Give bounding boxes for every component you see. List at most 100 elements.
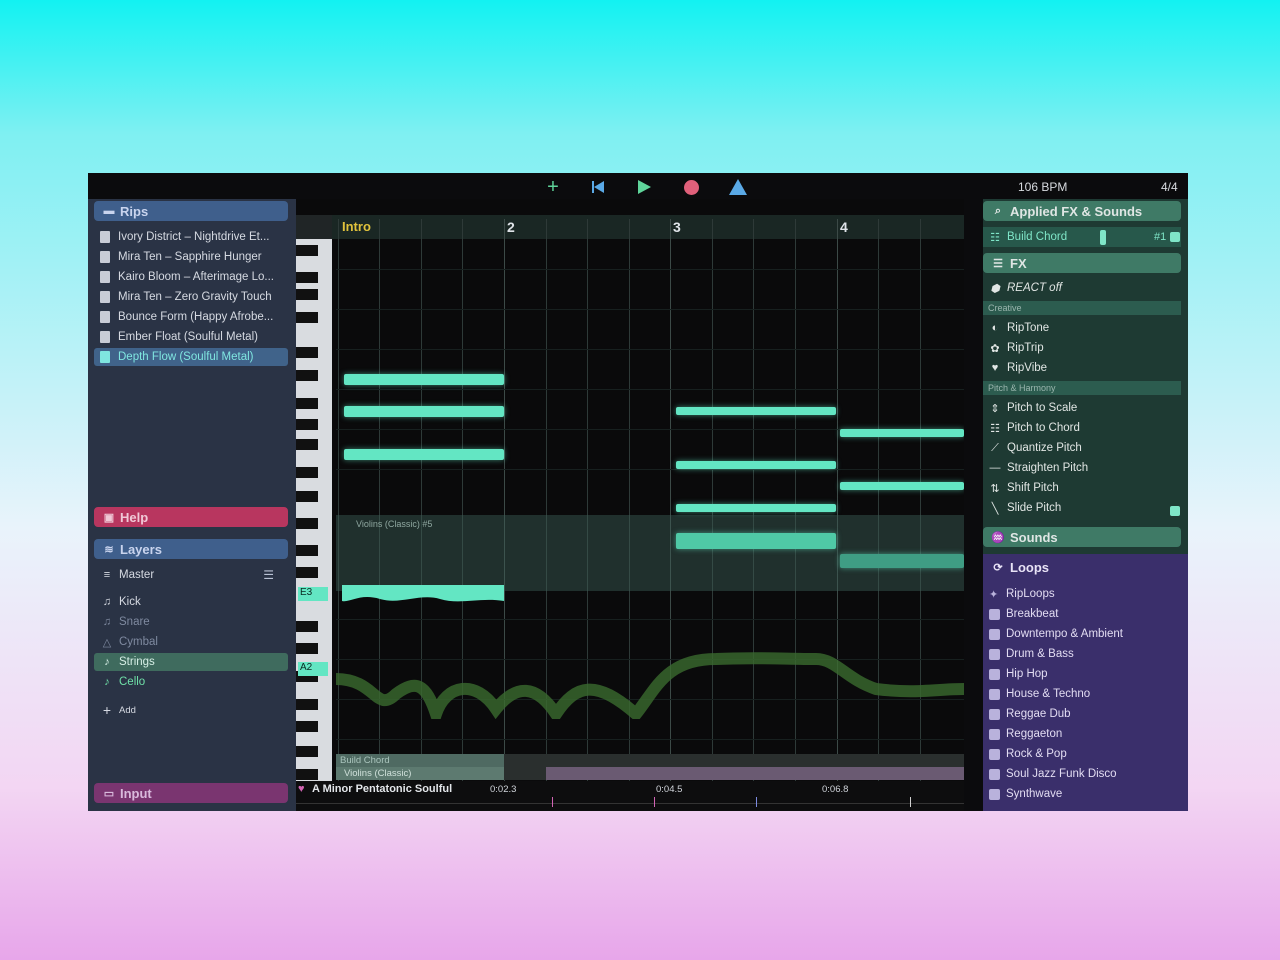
rips-header[interactable]: ▬ Rips xyxy=(94,201,288,221)
fx-quantize-pitch[interactable]: ⟋ Quantize Pitch xyxy=(989,439,1082,457)
metronome-button[interactable] xyxy=(728,176,748,198)
layer-cello[interactable]: ♪ Cello xyxy=(100,673,288,691)
midi-note[interactable] xyxy=(344,406,504,417)
fx-shift-pitch[interactable]: ⇅ Shift Pitch xyxy=(989,479,1058,497)
track-violins[interactable]: Violins (Classic) xyxy=(344,768,411,779)
midi-note[interactable] xyxy=(344,449,504,460)
bar-label: 2 xyxy=(507,219,515,235)
search-icon: ⌕ xyxy=(994,204,1002,217)
cymbal-icon: △ xyxy=(102,636,112,649)
line-icon: — xyxy=(989,462,1001,474)
rip-item[interactable]: Bounce Form (Happy Afrobe... xyxy=(100,308,290,326)
record-icon xyxy=(683,179,699,195)
rip-item[interactable]: Kairo Bloom – Afterimage Lo... xyxy=(100,268,290,286)
music-icon xyxy=(989,688,1000,700)
triangle-icon xyxy=(729,179,747,195)
react-toggle[interactable]: ⬢ REACT off xyxy=(989,279,1062,297)
chevron-down-icon[interactable] xyxy=(1170,506,1180,516)
skip-back-icon xyxy=(592,181,604,193)
layers-header[interactable]: ≋ Layers xyxy=(94,539,288,559)
piano-roll[interactable]: Intro 2 3 4 E3 A2 Violins (Classic) #5 B… xyxy=(296,199,964,811)
fx-pitch-to-scale[interactable]: ⇕ Pitch to Scale xyxy=(989,399,1077,417)
bar-label: 4 xyxy=(840,219,848,235)
layer-cymbal[interactable]: △ Cymbal xyxy=(100,633,288,651)
record-button[interactable] xyxy=(681,176,701,198)
midi-note[interactable] xyxy=(840,429,964,437)
heart-icon[interactable]: ♥ xyxy=(298,783,305,795)
midi-note[interactable] xyxy=(676,407,836,415)
fx-straighten-pitch[interactable]: — Straighten Pitch xyxy=(989,459,1089,477)
plus-icon: + xyxy=(102,702,112,718)
piano-keys[interactable] xyxy=(296,239,332,787)
fx-riptone[interactable]: ◐ RipTone xyxy=(989,319,1050,337)
rip-item-selected[interactable]: Depth Flow (Soulful Metal) xyxy=(94,348,288,366)
file-icon xyxy=(100,331,110,343)
file-icon xyxy=(100,231,110,243)
help-icon: ▣ xyxy=(103,511,115,524)
applied-fx-header[interactable]: ⌕ Applied FX & Sounds xyxy=(983,201,1181,221)
play-icon xyxy=(638,180,651,194)
fx-header[interactable]: ☰ FX xyxy=(983,253,1181,273)
music-icon xyxy=(989,708,1000,720)
track-build-chord[interactable]: Build Chord xyxy=(340,755,390,766)
loop-riploops[interactable]: ✦ RipLoops xyxy=(989,585,1055,603)
rewind-button[interactable] xyxy=(588,176,608,198)
time-signature[interactable]: 4/4 xyxy=(1161,180,1178,194)
midi-note[interactable] xyxy=(676,504,836,512)
play-button[interactable] xyxy=(634,176,654,198)
help-header[interactable]: ▣ Help xyxy=(94,507,288,527)
loop-item[interactable]: Rock & Pop xyxy=(989,745,1067,763)
loop-item[interactable]: Reggaeton xyxy=(989,725,1062,743)
fx-amount-slider[interactable] xyxy=(1100,230,1106,245)
rip-item[interactable]: Mira Ten – Zero Gravity Touch xyxy=(100,288,290,306)
loop-icon: ⟳ xyxy=(993,561,1003,574)
category-pitch: Pitch & Harmony xyxy=(983,381,1181,395)
loop-item[interactable]: Synthwave xyxy=(989,785,1062,803)
loop-item[interactable]: Reggae Dub xyxy=(989,705,1071,723)
list-icon[interactable]: ☰ xyxy=(263,568,274,582)
chord-icon: ☷ xyxy=(990,422,1000,435)
file-icon xyxy=(100,291,110,303)
loop-item[interactable]: Downtempo & Ambient xyxy=(989,625,1123,643)
fx-ripvibe[interactable]: ♥ RipVibe xyxy=(989,359,1047,377)
tempo-display[interactable]: 106 BPM xyxy=(1018,180,1067,194)
sounds-header[interactable]: ♒ Sounds xyxy=(983,527,1181,547)
layer-master[interactable]: ≡ Master ☰ xyxy=(100,566,288,584)
applied-build-chord[interactable]: ☷ Build Chord xyxy=(989,228,1067,246)
chevron-down-icon[interactable] xyxy=(1170,232,1180,242)
input-header[interactable]: ▭ Input xyxy=(94,783,288,803)
fx-pitch-to-chord[interactable]: ☷ Pitch to Chord xyxy=(989,419,1080,437)
midi-note[interactable] xyxy=(840,554,964,568)
layer-strings[interactable]: ♪ Strings xyxy=(94,653,288,671)
heart-icon: ♥ xyxy=(991,362,999,374)
rip-item[interactable]: Ember Float (Soulful Metal) xyxy=(100,328,290,346)
rip-item[interactable]: Mira Ten – Sapphire Hunger xyxy=(100,248,290,266)
loop-item[interactable]: Hip Hop xyxy=(989,665,1048,683)
layer-kick[interactable]: ♫ Kick xyxy=(100,593,288,611)
fx-slide-pitch[interactable]: ╲ Slide Pitch xyxy=(989,499,1062,517)
loop-item[interactable]: House & Techno xyxy=(989,685,1090,703)
loop-item[interactable]: Soul Jazz Funk Disco xyxy=(989,765,1117,783)
scale-label[interactable]: A Minor Pentatonic Soulful xyxy=(312,783,452,795)
layer-snare[interactable]: ♫ Snare xyxy=(100,613,288,631)
app-window: + 106 BPM 4/4 ▬ Rips Ivory District – Ni… xyxy=(88,173,1188,811)
loop-item[interactable]: Drum & Bass xyxy=(989,645,1074,663)
bar-ruler xyxy=(332,215,964,239)
folder-icon: ▬ xyxy=(103,205,115,217)
loop-item[interactable]: Breakbeat xyxy=(989,605,1058,623)
stairs-icon: ⟋ xyxy=(991,441,999,454)
rip-item[interactable]: Ivory District – Nightdrive Et... xyxy=(100,228,290,246)
add-layer-button[interactable]: + Add xyxy=(100,701,288,719)
time-label: 0:04.5 xyxy=(656,784,683,795)
slide-icon: ╲ xyxy=(991,502,999,515)
midi-note[interactable] xyxy=(840,482,964,490)
fx-riptrip[interactable]: ✿ RipTrip xyxy=(989,339,1043,357)
time-label: 0:02.3 xyxy=(490,784,517,795)
midi-note[interactable] xyxy=(676,533,836,549)
loops-header[interactable]: ⟳ Loops xyxy=(983,557,1181,577)
midi-note[interactable] xyxy=(676,461,836,469)
pitch-curve[interactable] xyxy=(340,577,506,607)
scale-icon: ⇕ xyxy=(990,402,1000,415)
midi-note[interactable] xyxy=(344,374,504,385)
add-button[interactable]: + xyxy=(543,176,563,198)
